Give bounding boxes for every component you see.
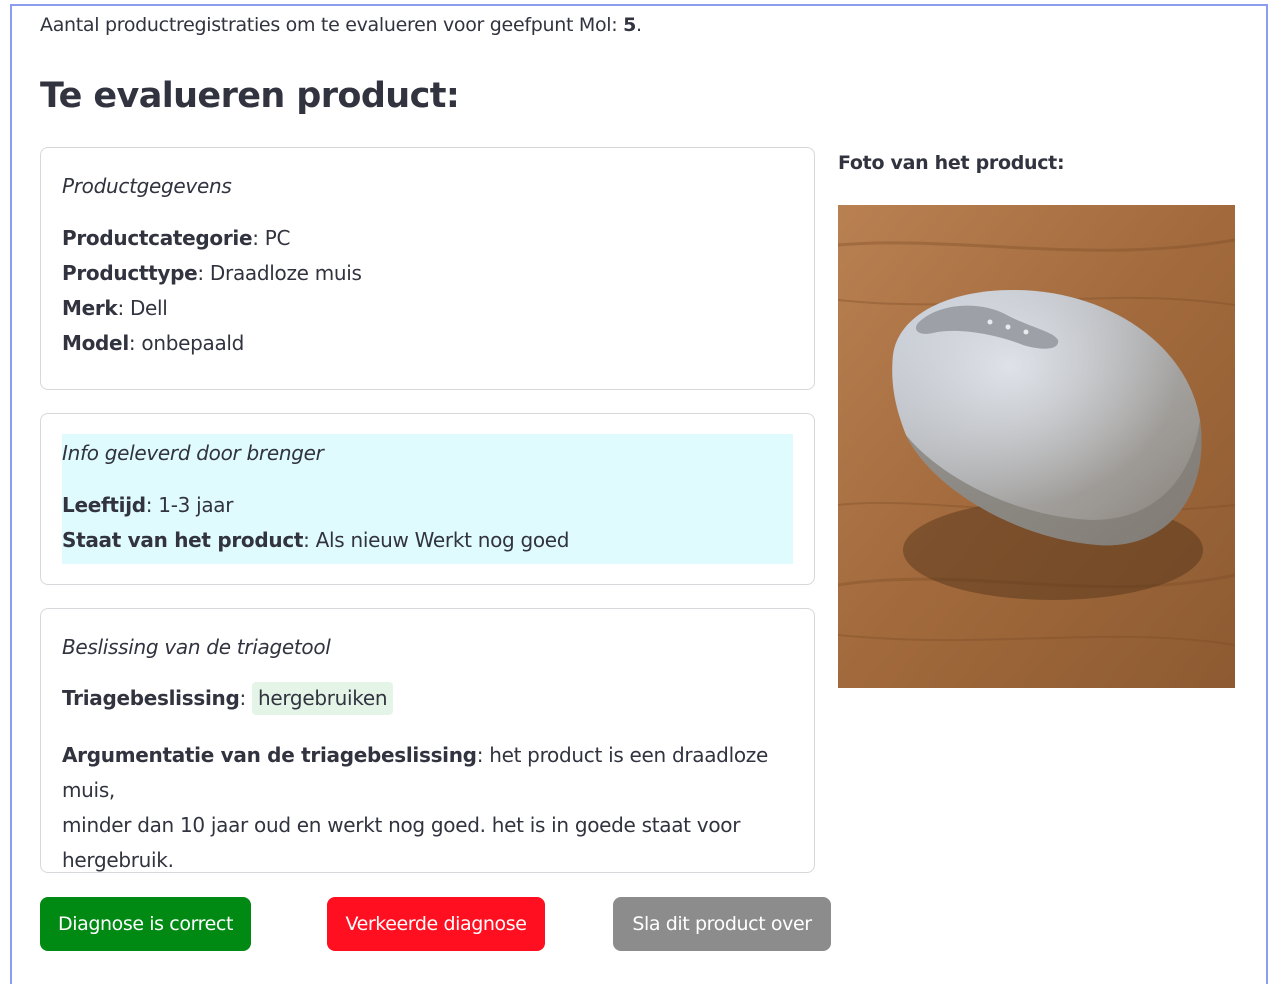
count-text: Aantal productregistraties om te evaluer… [40,14,624,36]
triage-argument-line2: minder dan 10 jaar oud en werkt nog goed… [62,813,741,837]
donor-info-heading: Info geleverd door brenger [62,441,324,465]
mouse-photo-image [838,205,1235,688]
photo-label: Foto van het product: [838,152,1065,174]
page-title: Te evalueren product: [40,76,460,116]
field-merk: Merk: Dell [62,296,168,320]
triage-decision-row: Triagebeslissing: hergebruiken [62,681,793,716]
product-details-card: Productgegevens Productcategorie: PC Pro… [40,147,815,390]
wrong-diagnosis-button[interactable]: Verkeerde diagnose [327,897,545,951]
product-details-heading: Productgegevens [62,174,232,198]
field-productcategorie: Productcategorie: PC [62,226,291,250]
field-model: Model: onbepaald [62,331,245,355]
triage-argument-line3: hergebruik. [62,848,174,872]
triage-decision-badge: hergebruiken [251,682,394,715]
product-photo [838,205,1235,688]
donor-info-card: Info geleverd door brenger Leeftijd: 1-3… [40,413,815,585]
diagnosis-correct-button[interactable]: Diagnose is correct [40,897,251,951]
count-value: 5 [623,14,637,36]
triage-decision-heading: Beslissing van de triagetool [62,635,331,659]
field-staat: Staat van het product: Als nieuw Werkt n… [62,528,570,552]
skip-product-button[interactable]: Sla dit product over [613,897,831,951]
field-producttype: Producttype: Draadloze muis [62,261,362,285]
field-leeftijd: Leeftijd: 1-3 jaar [62,493,234,517]
donor-info-box: Info geleverd door brenger Leeftijd: 1-3… [62,434,793,564]
triage-decision-card: Beslissing van de triagetool Triagebesli… [40,608,815,873]
registration-count: Aantal productregistraties om te evaluer… [40,14,642,36]
count-suffix: . [636,14,642,36]
triage-argument: Argumentatie van de triagebeslissing: he… [62,743,768,802]
